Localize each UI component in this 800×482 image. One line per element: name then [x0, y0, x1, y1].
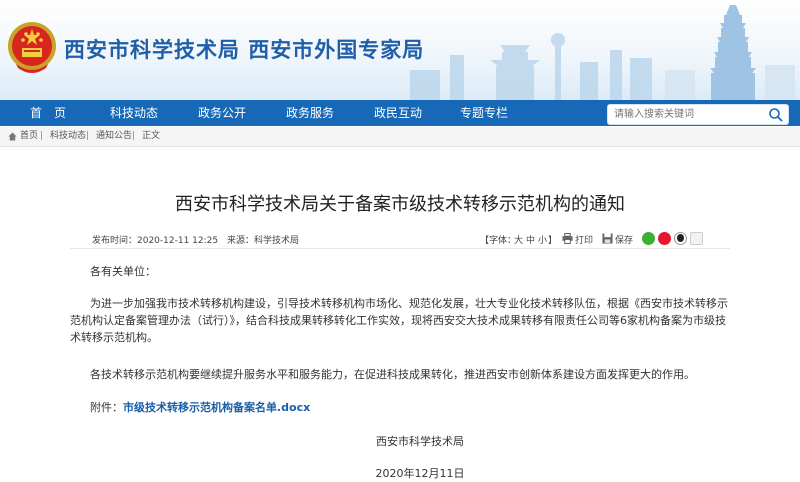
nav-special-topics[interactable]: 专题专栏 [452, 100, 516, 126]
font-size-label: 【字体： [480, 236, 517, 246]
city-skyline-illustration [410, 5, 795, 100]
article-meta: 发布时间：2020-12-11 12:25 来源：科学技术局 [92, 233, 305, 246]
breadcrumb-tech-news[interactable]: 科技动态 [50, 127, 86, 146]
attachment-line: 附件：市级技术转移示范机构备案名单.docx [70, 399, 732, 416]
attachment-link[interactable]: 市级技术转移示范机构备案名单.docx [123, 401, 310, 414]
font-small-button[interactable]: 小 [538, 233, 547, 246]
search-input[interactable] [614, 105, 762, 124]
site-title: 西安市科学技术局 西安市外国专家局 [64, 38, 425, 62]
search-box [607, 104, 789, 125]
breadcrumb-separator: | [40, 131, 44, 141]
font-medium-button[interactable]: 中 [526, 233, 535, 246]
breadcrumb: 首页 | 科技动态 | 通知公告 | 正文 [0, 127, 800, 147]
paragraph-2-text: 各技术转移示范机构要继续提升服务水平和服务能力，在促进科技成果转化，推进西安市创… [90, 368, 695, 381]
paragraph-1: 为进一步加强我市技术转移机构建设，引导技术转移机构市场化、规范化发展，壮大专业化… [70, 295, 732, 346]
weibo-share-icon[interactable] [658, 232, 671, 245]
nav-gov-disclosure[interactable]: 政务公开 [190, 100, 254, 126]
nav-tech-news[interactable]: 科技动态 [104, 100, 164, 126]
font-size-bracket: 】 [548, 236, 558, 246]
copy-link-icon[interactable] [690, 232, 703, 245]
article-title: 西安市科学技术局关于备案市级技术转移示范机构的通知 [175, 194, 625, 215]
wechat-share-icon[interactable] [642, 232, 655, 245]
signature: 西安市科学技术局 [376, 435, 464, 448]
breadcrumb-separator: | [132, 131, 136, 141]
home-icon [8, 132, 17, 141]
breadcrumb-current: 正文 [142, 131, 161, 141]
paragraph-1-text: 为进一步加强我市技术转移机构建设，引导技术转移机构市场化、规范化发展，壮大专业化… [70, 297, 728, 344]
greeting: 各有关单位： [70, 263, 732, 280]
print-icon[interactable] [562, 233, 573, 244]
nav-home[interactable]: 首 页 [28, 100, 68, 126]
print-button[interactable]: 打印 [575, 233, 593, 246]
signature-date: 2020年12月11日 [375, 467, 465, 480]
nav-gov-services[interactable]: 政务服务 [278, 100, 342, 126]
greeting-text: 各有关单位： [90, 265, 156, 278]
save-button[interactable]: 保存 [615, 233, 633, 246]
breadcrumb-home[interactable]: 首页 [20, 127, 38, 146]
national-emblem-icon [8, 22, 56, 73]
header-banner: 西安市科学技术局 西安市外国专家局 [0, 0, 800, 100]
paragraph-2: 各技术转移示范机构要继续提升服务水平和服务能力，在促进科技成果转化，推进西安市创… [70, 366, 732, 383]
article-source: 来源：科学技术局 [226, 236, 299, 246]
search-icon[interactable] [768, 107, 784, 123]
breadcrumb-notices[interactable]: 通知公告 [96, 127, 132, 146]
font-large-button[interactable]: 大 [514, 233, 523, 246]
qq-share-icon[interactable] [674, 232, 687, 245]
publish-time: 发布时间：2020-12-11 12:25 [92, 236, 219, 246]
breadcrumb-separator: | [86, 131, 90, 141]
article-meta-bar: 发布时间：2020-12-11 12:25 来源：科学技术局 【字体： 大 中 … [70, 230, 730, 249]
attachment-label: 附件： [90, 401, 123, 414]
save-icon[interactable] [602, 233, 613, 244]
nav-public-interaction[interactable]: 政民互动 [366, 100, 430, 126]
